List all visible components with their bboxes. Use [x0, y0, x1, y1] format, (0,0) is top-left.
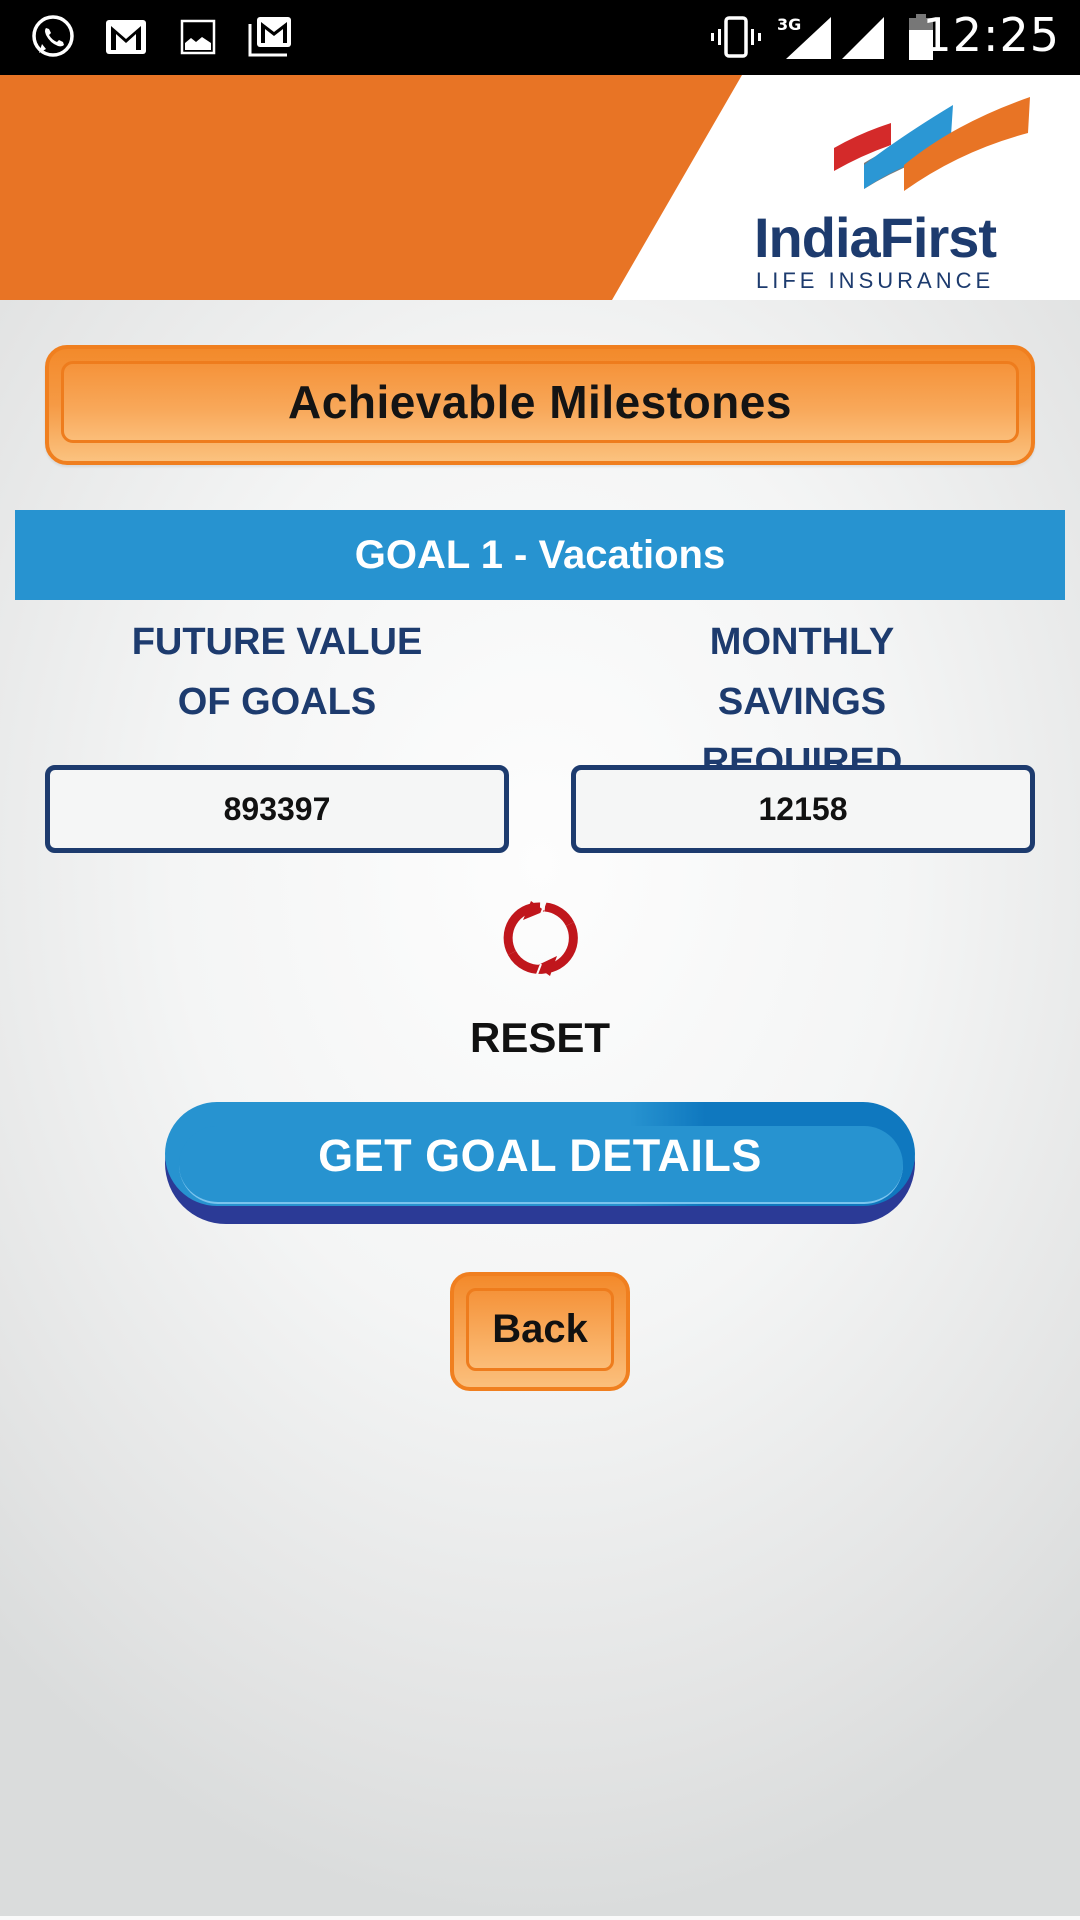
get-goal-details-label: GET GOAL DETAILS	[318, 1130, 762, 1181]
app-header: IndiaFirst LIFE INSURANCE	[0, 75, 1080, 300]
reset-icon[interactable]	[500, 898, 580, 980]
achievable-milestones-button[interactable]: Achievable Milestones	[45, 345, 1035, 465]
logo-swoosh-icon	[834, 97, 1030, 191]
back-button-face: Back	[466, 1288, 614, 1371]
gmail-icon	[104, 14, 148, 60]
vibrate-icon	[708, 14, 764, 60]
reset-button[interactable]: RESET	[390, 1014, 690, 1062]
goal-title: GOAL 1 - Vacations	[354, 532, 726, 577]
back-label: Back	[492, 1307, 588, 1351]
svg-text:3G: 3G	[777, 15, 801, 34]
status-bar: 3G 12:25	[0, 0, 1080, 75]
clock: 12:25	[922, 8, 1060, 62]
signal-3g-icon: 3G	[774, 14, 834, 60]
get-goal-details-button[interactable]: GET GOAL DETAILS	[165, 1102, 915, 1224]
brand-tagline: LIFE INSURANCE	[756, 268, 995, 293]
gmail-multiple-icon	[246, 14, 294, 60]
bottom-edge	[0, 1916, 1080, 1920]
achievable-milestones-label: Achievable Milestones	[288, 376, 792, 428]
back-button[interactable]: Back	[450, 1272, 630, 1391]
whatsapp-icon	[28, 14, 78, 60]
gallery-icon	[178, 14, 218, 60]
brand-name: IndiaFirst	[754, 206, 997, 269]
monthly-savings-field[interactable]: 12158	[571, 765, 1035, 853]
achievable-milestones-face: Achievable Milestones	[61, 361, 1019, 443]
indiafirst-logo: IndiaFirst LIFE INSURANCE	[750, 93, 1050, 293]
future-value-field[interactable]: 893397	[45, 765, 509, 853]
signal-icon	[840, 14, 886, 60]
future-value-label: FUTURE VALUE OF GOALS	[131, 621, 423, 723]
goal-title-bar: GOAL 1 - Vacations	[15, 510, 1065, 600]
